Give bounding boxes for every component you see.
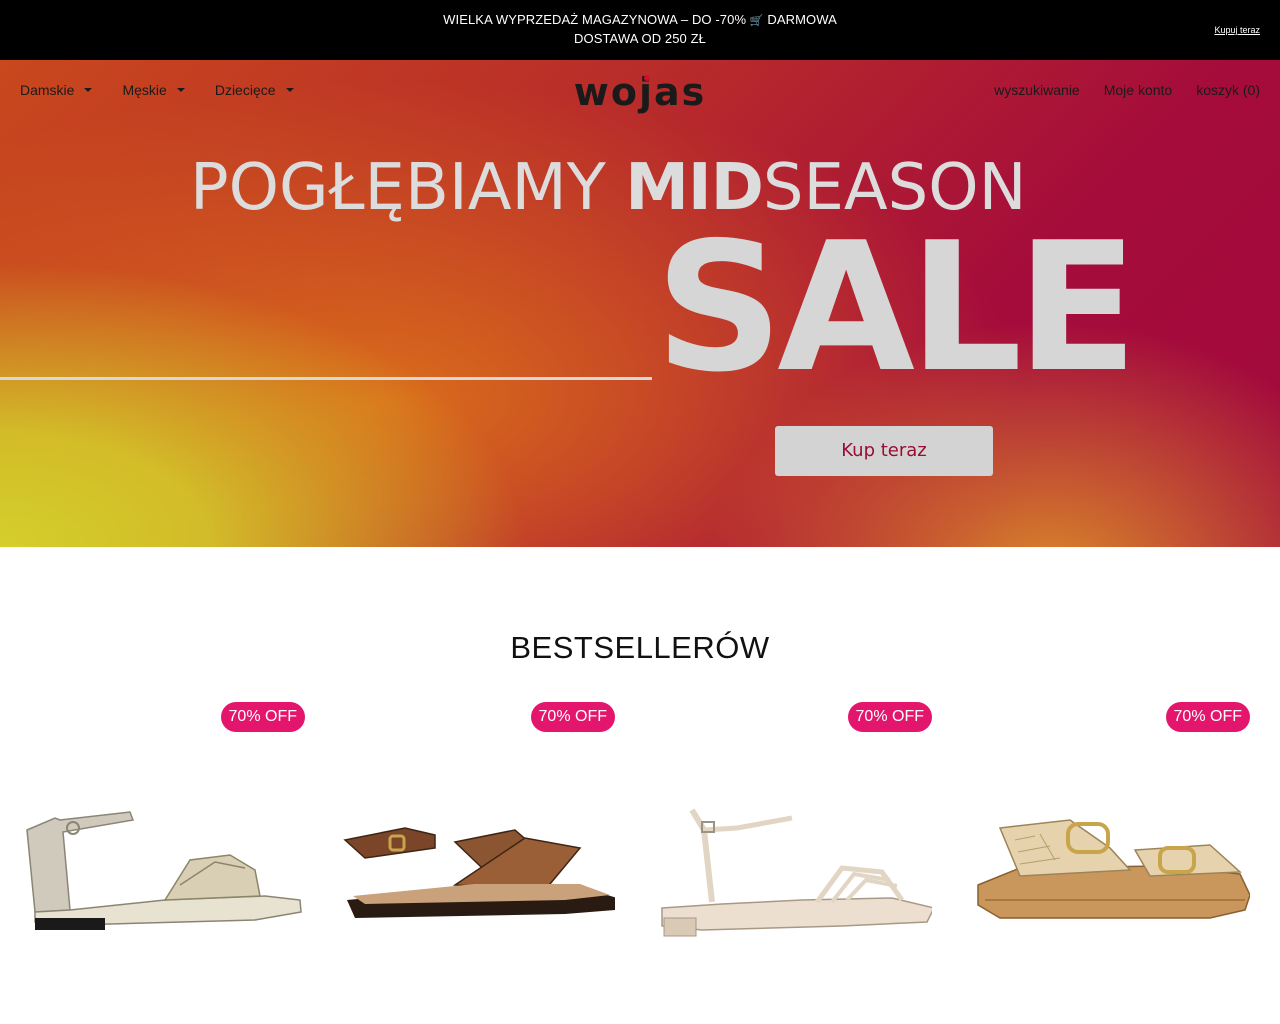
search-link[interactable]: wyszukiwanie — [994, 82, 1080, 98]
caret-down-icon — [176, 88, 185, 92]
hero-banner: Damskie Męskie Dziecięce wojas wyszukiwa… — [0, 60, 1280, 547]
nav-label: Dziecięce — [214, 82, 276, 98]
product-card[interactable]: 70% OFF — [15, 700, 305, 1000]
cart-link[interactable]: koszyk (0) — [1196, 82, 1260, 98]
logo-dot — [644, 75, 650, 81]
announcement-text-3: DOSTAWA OD 250 ZŁ — [574, 31, 706, 46]
hero-divider-line — [0, 377, 652, 380]
logo-wordmark: wojas — [574, 70, 707, 114]
discount-badge: 70% OFF — [220, 702, 305, 732]
shop-now-button[interactable]: Kup teraz — [775, 426, 993, 476]
nav-item-damskie[interactable]: Damskie — [20, 82, 93, 98]
hero-sale-text: SALE — [655, 204, 1138, 411]
product-card[interactable]: 70% OFF — [642, 700, 932, 1000]
account-link[interactable]: Moje konto — [1104, 82, 1172, 98]
caret-down-icon — [84, 88, 93, 92]
silver-sandal-icon — [26, 811, 302, 930]
discount-badge: 70% OFF — [1165, 702, 1250, 732]
wojas-logo[interactable]: wojas — [553, 70, 728, 115]
nav-item-meskie[interactable]: Męskie — [122, 82, 185, 98]
product-card[interactable]: 70% OFF — [325, 700, 615, 1000]
cart-icon: 🛒 — [749, 15, 764, 27]
product-card[interactable]: 70% OFF — [960, 700, 1250, 1000]
nav-label: Męskie — [122, 82, 167, 98]
headline-part-1: POGŁĘBIAMY — [190, 151, 606, 225]
woven-buckle-sandal-icon — [977, 819, 1250, 919]
discount-badge: 70% OFF — [530, 702, 615, 732]
caret-down-icon — [285, 88, 294, 92]
utility-nav: wyszukiwanie Moje konto koszyk (0) — [994, 82, 1260, 98]
buy-now-link[interactable]: Kupuj teraz — [1214, 25, 1260, 35]
logo-text: wojas — [574, 70, 707, 114]
section-title: BESTSELLERÓW — [510, 630, 770, 665]
announcement-bar: WIELKA WYPRZEDAŻ MAGAZYNOWA – DO -70% 🛒 … — [0, 0, 1280, 60]
nav-item-dzieciece[interactable]: Dziecięce — [215, 82, 294, 98]
announcement-text-2: DARMOWA — [767, 12, 837, 27]
announcement-message: WIELKA WYPRZEDAŻ MAGAZYNOWA – DO -70% 🛒 … — [440, 11, 840, 48]
main-nav: Damskie Męskie Dziecięce — [20, 82, 324, 98]
discount-badge: 70% OFF — [847, 702, 932, 732]
brown-cross-strap-sandal-icon — [343, 827, 615, 918]
nav-label: Damskie — [20, 82, 75, 98]
announcement-text-1: WIELKA WYPRZEDAŻ MAGAZYNOWA – DO -70% — [443, 12, 747, 27]
cream-strappy-sandal-icon — [661, 808, 932, 937]
